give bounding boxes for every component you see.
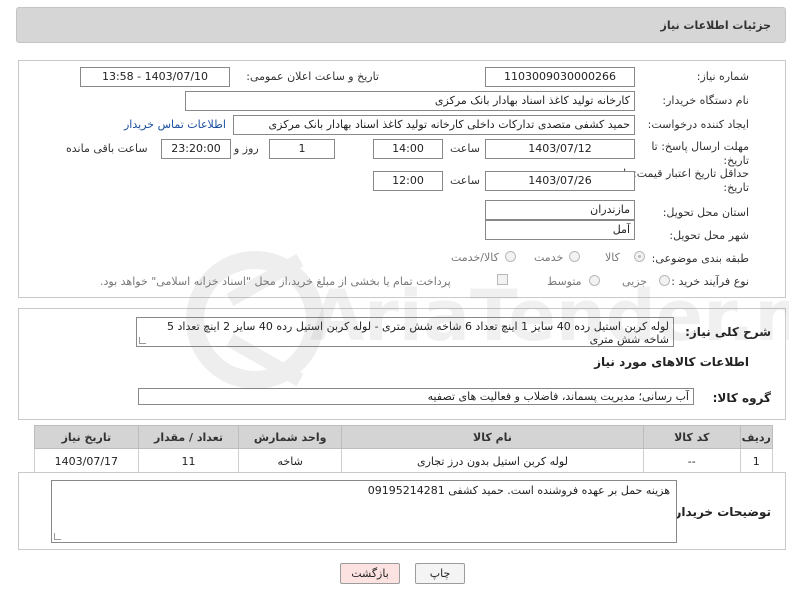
- cell-name: لوله کربن استیل بدون درز تجاری: [341, 448, 644, 475]
- resize-handle[interactable]: [54, 533, 61, 540]
- cell-row: 1: [739, 448, 774, 475]
- cell-unit: شاخه: [238, 448, 342, 475]
- days-label: روز و: [234, 142, 259, 155]
- deadline-date-field: 1403/07/12: [485, 139, 635, 159]
- city-field: آمل: [485, 220, 635, 240]
- price-validity-time-label: ساعت: [450, 174, 480, 187]
- buyer-contact-link[interactable]: اطلاعات تماس خریدار: [124, 118, 226, 131]
- deadline-time-label: ساعت: [450, 142, 480, 155]
- col-date: تاریخ نیاز: [34, 425, 139, 449]
- need-summary-text: لوله کربن استیل رده 40 سایز 1 اینچ تعداد…: [167, 320, 669, 346]
- days-remaining-field: 1: [269, 139, 335, 159]
- goods-group-label: گروه کالا:: [712, 391, 771, 405]
- purchase-option-minor: جزیی: [622, 275, 648, 288]
- col-unit: واحد شمارش: [238, 425, 342, 449]
- buyer-org-label: نام دستگاه خریدار:: [662, 94, 749, 107]
- purchase-radio-minor[interactable]: [659, 275, 670, 286]
- need-summary-label: شرح کلی نیاز:: [685, 325, 771, 339]
- category-label: طبقه بندی موضوعی:: [651, 252, 749, 265]
- need-number-label: شماره نیاز:: [696, 70, 749, 83]
- goods-group-field: آب رسانی؛ مدیریت پسماند، فاضلاب و فعالیت…: [138, 388, 694, 405]
- remaining-time-field: 23:20:00: [161, 139, 231, 159]
- purchase-option-medium: متوسط: [547, 275, 582, 288]
- page-title: جزئیات اطلاعات نیاز: [660, 19, 772, 32]
- page-header: جزئیات اطلاعات نیاز: [16, 7, 786, 43]
- back-button[interactable]: بازگشت: [340, 563, 400, 584]
- creator-field: حمید کشفی متصدی تدارکات داخلی کارخانه تو…: [233, 115, 635, 135]
- category-option-goods: کالا: [605, 251, 620, 264]
- city-label: شهر محل تحویل:: [669, 229, 749, 242]
- province-field: مازندران: [485, 200, 635, 220]
- category-option-service: خدمت: [534, 251, 564, 264]
- need-summary-field: لوله کربن استیل رده 40 سایز 1 اینچ تعداد…: [136, 317, 674, 347]
- buyer-notes-label: توضیحات خریدار:: [669, 505, 771, 519]
- buyer-notes-text: هزینه حمل بر عهده فروشنده است. حمید کشفی…: [367, 484, 670, 497]
- category-option-goods-service: کالا/خدمت: [451, 251, 499, 264]
- treasury-payment-note: پرداخت تمام یا بخشی از مبلغ خرید،از محل …: [100, 275, 451, 288]
- purchase-radio-medium[interactable]: [589, 275, 600, 286]
- price-validity-date-field: 1403/07/26: [485, 171, 635, 191]
- creator-label: ایجاد کننده درخواست:: [647, 118, 749, 131]
- purchase-type-label: نوع فرآیند خرید :: [671, 275, 749, 288]
- deadline-label: مهلت ارسال پاسخ: تا تاریخ:: [651, 140, 749, 167]
- need-number-field: 1103009030000266: [485, 67, 635, 87]
- buyer-notes-field: هزینه حمل بر عهده فروشنده است. حمید کشفی…: [51, 480, 677, 543]
- announce-date-label: تاریخ و ساعت اعلان عمومی:: [246, 70, 379, 83]
- category-radio-goods[interactable]: [634, 251, 645, 262]
- province-label: استان محل تحویل:: [662, 206, 749, 219]
- category-radio-service[interactable]: [569, 251, 580, 262]
- goods-table-header: ردیف کد کالا نام کالا واحد شمارش تعداد /…: [34, 425, 774, 449]
- print-button[interactable]: چاپ: [415, 563, 465, 584]
- category-radio-goods-service[interactable]: [505, 251, 516, 262]
- cell-qty: 11: [137, 448, 240, 475]
- treasury-payment-checkbox[interactable]: [497, 274, 508, 285]
- goods-section-title: اطلاعات کالاهای مورد نیاز: [594, 355, 749, 369]
- resize-handle[interactable]: [139, 337, 146, 344]
- cell-date: 1403/07/17: [34, 448, 139, 475]
- cell-code: --: [642, 448, 741, 475]
- goods-table: ردیف کد کالا نام کالا واحد شمارش تعداد /…: [34, 425, 774, 475]
- price-validity-time-field: 12:00: [373, 171, 443, 191]
- deadline-time-field: 14:00: [373, 139, 443, 159]
- buyer-org-field: کارخانه تولید کاغذ اسناد بهادار بانک مرک…: [185, 91, 635, 111]
- col-name: نام کالا: [341, 425, 644, 449]
- announce-date-field: 1403/07/10 - 13:58: [80, 67, 230, 87]
- table-row: 1 -- لوله کربن استیل بدون درز تجاری شاخه…: [34, 448, 774, 475]
- col-row: ردیف: [739, 425, 774, 449]
- price-validity-label: حداقل تاریخ اعتبار قیمت: تا تاریخ:: [623, 167, 749, 194]
- col-code: کد کالا: [642, 425, 741, 449]
- col-qty: تعداد / مقدار: [137, 425, 240, 449]
- remaining-time-label: ساعت باقی مانده: [66, 142, 148, 155]
